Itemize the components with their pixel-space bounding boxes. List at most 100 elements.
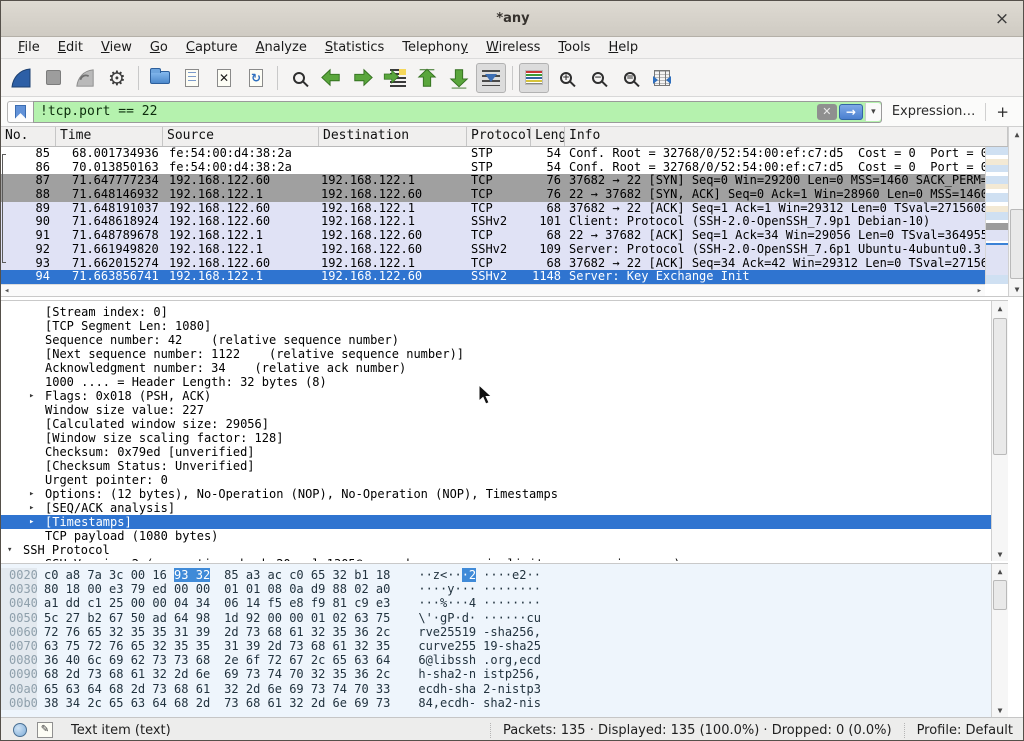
hex-row-0050[interactable]: 00505c 27 b2 67 50 ad 64 981d 92 00 00 0… (1, 611, 1008, 625)
hex-row-0030[interactable]: 003080 18 00 e3 79 ed 00 0001 01 08 0a d… (1, 582, 1008, 596)
packet-row-93[interactable]: 9371.662015274192.168.122.60192.168.122.… (1, 257, 985, 271)
menu-item-capture[interactable]: Capture (177, 38, 247, 57)
detail-line[interactable]: [Checksum Status: Unverified] (1, 459, 1008, 473)
title-bar[interactable]: *any × (1, 1, 1024, 37)
hex-row-0080[interactable]: 008036 40 6c 69 62 73 73 682e 6f 72 67 2… (1, 653, 1008, 667)
save-file-button[interactable] (177, 63, 207, 93)
stop-capture-button[interactable] (38, 63, 68, 93)
detail-line[interactable]: ▸SSH Version 2 (encryption:chacha20-poly… (1, 557, 1008, 561)
filter-apply-button[interactable]: → (839, 104, 863, 120)
go-to-packet-button[interactable] (380, 63, 410, 93)
detail-line[interactable]: [Window size scaling factor: 128] (1, 431, 1008, 445)
bytes-vscrollbar[interactable]: ▲ ▼ (991, 564, 1008, 717)
menu-item-edit[interactable]: Edit (49, 38, 92, 57)
detail-line[interactable]: Sequence number: 42 (relative sequence n… (1, 333, 1008, 347)
filter-clear-button[interactable]: ✕ (817, 104, 837, 120)
detail-line[interactable]: [Next sequence number: 1122 (relative se… (1, 347, 1008, 361)
zoom-out-button[interactable]: − (583, 63, 613, 93)
capture-comment-icon[interactable]: ✎ (37, 722, 53, 738)
packet-row-85[interactable]: 8568.001734936fe:54:00:d4:38:2aSTP54Conf… (1, 147, 985, 161)
scroll-up-icon[interactable]: ▲ (992, 302, 1008, 315)
intelligent-scrollbar-minimap[interactable] (985, 147, 1008, 284)
packet-list-vscrollbar[interactable]: ▲ ▼ (1008, 127, 1024, 297)
go-last-packet-button[interactable] (444, 63, 474, 93)
restart-capture-button[interactable] (70, 63, 100, 93)
resize-columns-button[interactable] (647, 63, 677, 93)
packet-bytes-pane[interactable]: 0020c0 a8 7a 3c 00 16 93 3285 a3 ac c0 6… (1, 563, 1008, 717)
start-capture-button[interactable] (6, 63, 36, 93)
detail-line[interactable]: ▾SSH Protocol (1, 543, 1008, 557)
column-header-time[interactable]: Time (56, 127, 163, 146)
close-file-button[interactable]: ✕ (209, 63, 239, 93)
scroll-down-icon[interactable]: ▼ (992, 704, 1008, 717)
menu-item-help[interactable]: Help (599, 38, 647, 57)
detail-line[interactable]: Window size value: 227 (1, 403, 1008, 417)
detail-line[interactable]: Urgent pointer: 0 (1, 473, 1008, 487)
filter-bookmark-button[interactable] (7, 101, 33, 123)
zoom-original-button[interactable]: = (615, 63, 645, 93)
column-header-length[interactable]: Length (531, 127, 565, 146)
scroll-thumb[interactable] (993, 318, 1007, 455)
close-button[interactable]: × (989, 6, 1015, 32)
menu-item-go[interactable]: Go (141, 38, 177, 57)
menu-item-analyze[interactable]: Analyze (247, 38, 316, 57)
expression-button[interactable]: Expression… (882, 104, 986, 119)
hex-row-0020[interactable]: 0020c0 a8 7a 3c 00 16 93 3285 a3 ac c0 6… (1, 568, 1008, 582)
packet-row-87[interactable]: 8771.647777234192.168.122.60192.168.122.… (1, 174, 985, 188)
detail-line[interactable]: ▸[SEQ/ACK analysis] (1, 501, 1008, 515)
detail-line[interactable]: ▸Options: (12 bytes), No-Operation (NOP)… (1, 487, 1008, 501)
hex-row-0070[interactable]: 007063 75 72 76 65 32 35 3531 39 2d 73 6… (1, 639, 1008, 653)
add-filter-button[interactable]: + (986, 103, 1019, 121)
packet-row-90[interactable]: 9071.648618924192.168.122.60192.168.122.… (1, 215, 985, 229)
scroll-up-icon[interactable]: ▲ (1009, 128, 1024, 141)
detail-line[interactable]: Acknowledgment number: 34 (relative ack … (1, 361, 1008, 375)
open-file-button[interactable] (145, 63, 175, 93)
packet-row-89[interactable]: 8971.648191037192.168.122.60192.168.122.… (1, 202, 985, 216)
packet-row-88[interactable]: 8871.648146932192.168.122.1192.168.122.6… (1, 188, 985, 202)
scroll-right-icon[interactable]: ▸ (974, 286, 985, 296)
menu-item-telephony[interactable]: Telephony (393, 38, 477, 57)
scroll-down-icon[interactable]: ▼ (992, 548, 1008, 561)
column-header-source[interactable]: Source (163, 127, 319, 146)
scroll-left-icon[interactable]: ◂ (1, 286, 12, 296)
packet-row-91[interactable]: 9171.648789678192.168.122.1192.168.122.6… (1, 229, 985, 243)
column-header-no[interactable]: No. (1, 127, 56, 146)
column-header-info[interactable]: Info (565, 127, 1008, 146)
hex-row-0040[interactable]: 0040a1 dd c1 25 00 00 04 3406 14 f5 e8 f… (1, 596, 1008, 610)
go-forward-button[interactable] (348, 63, 378, 93)
scroll-thumb[interactable] (1010, 209, 1024, 279)
packet-row-92[interactable]: 9271.661949820192.168.122.1192.168.122.6… (1, 243, 985, 257)
autoscroll-toggle[interactable] (476, 63, 506, 93)
capture-options-button[interactable]: ⚙ (102, 63, 132, 93)
column-header-destination[interactable]: Destination (319, 127, 467, 146)
hex-row-00b0[interactable]: 00b038 34 2c 65 63 64 68 2d73 68 61 32 2… (1, 696, 1008, 710)
scroll-thumb[interactable] (993, 580, 1007, 610)
packet-list-hscrollbar[interactable]: ◂ ▸ (1, 284, 985, 297)
scroll-down-icon[interactable]: ▼ (1009, 283, 1024, 296)
detail-line[interactable]: Checksum: 0x79ed [unverified] (1, 445, 1008, 459)
menu-item-view[interactable]: View (92, 38, 141, 57)
profile-label[interactable]: Profile: Default (904, 723, 1024, 738)
colorize-toggle[interactable] (519, 63, 549, 93)
detail-line[interactable]: [Stream index: 0] (1, 305, 1008, 319)
detail-line[interactable]: TCP payload (1080 bytes) (1, 529, 1008, 543)
menu-item-file[interactable]: File (9, 38, 49, 57)
menu-item-statistics[interactable]: Statistics (316, 38, 393, 57)
filter-dropdown-button[interactable]: ▾ (865, 103, 881, 121)
detail-line[interactable]: ▸Flags: 0x018 (PSH, ACK) (1, 389, 1008, 403)
display-filter-input[interactable]: !tcp.port == 22 ✕ → ▾ (33, 101, 882, 123)
go-first-packet-button[interactable] (412, 63, 442, 93)
detail-line[interactable]: [Calculated window size: 29056] (1, 417, 1008, 431)
details-vscrollbar[interactable]: ▲ ▼ (991, 301, 1008, 561)
detail-line[interactable]: 1000 .... = Header Length: 32 bytes (8) (1, 375, 1008, 389)
reload-file-button[interactable]: ↻ (241, 63, 271, 93)
hex-row-0090[interactable]: 009068 2d 73 68 61 32 2d 6e69 73 74 70 3… (1, 667, 1008, 681)
detail-line[interactable]: ▸[Timestamps] (1, 515, 1008, 529)
column-header-protocol[interactable]: Protocol (467, 127, 531, 146)
expert-info-icon[interactable] (13, 723, 27, 737)
menu-item-tools[interactable]: Tools (549, 38, 599, 57)
hex-row-0060[interactable]: 006072 76 65 32 35 35 31 392d 73 68 61 3… (1, 625, 1008, 639)
detail-line[interactable]: [TCP Segment Len: 1080] (1, 319, 1008, 333)
go-back-button[interactable] (316, 63, 346, 93)
hex-row-00a0[interactable]: 00a065 63 64 68 2d 73 68 6132 2d 6e 69 7… (1, 682, 1008, 696)
